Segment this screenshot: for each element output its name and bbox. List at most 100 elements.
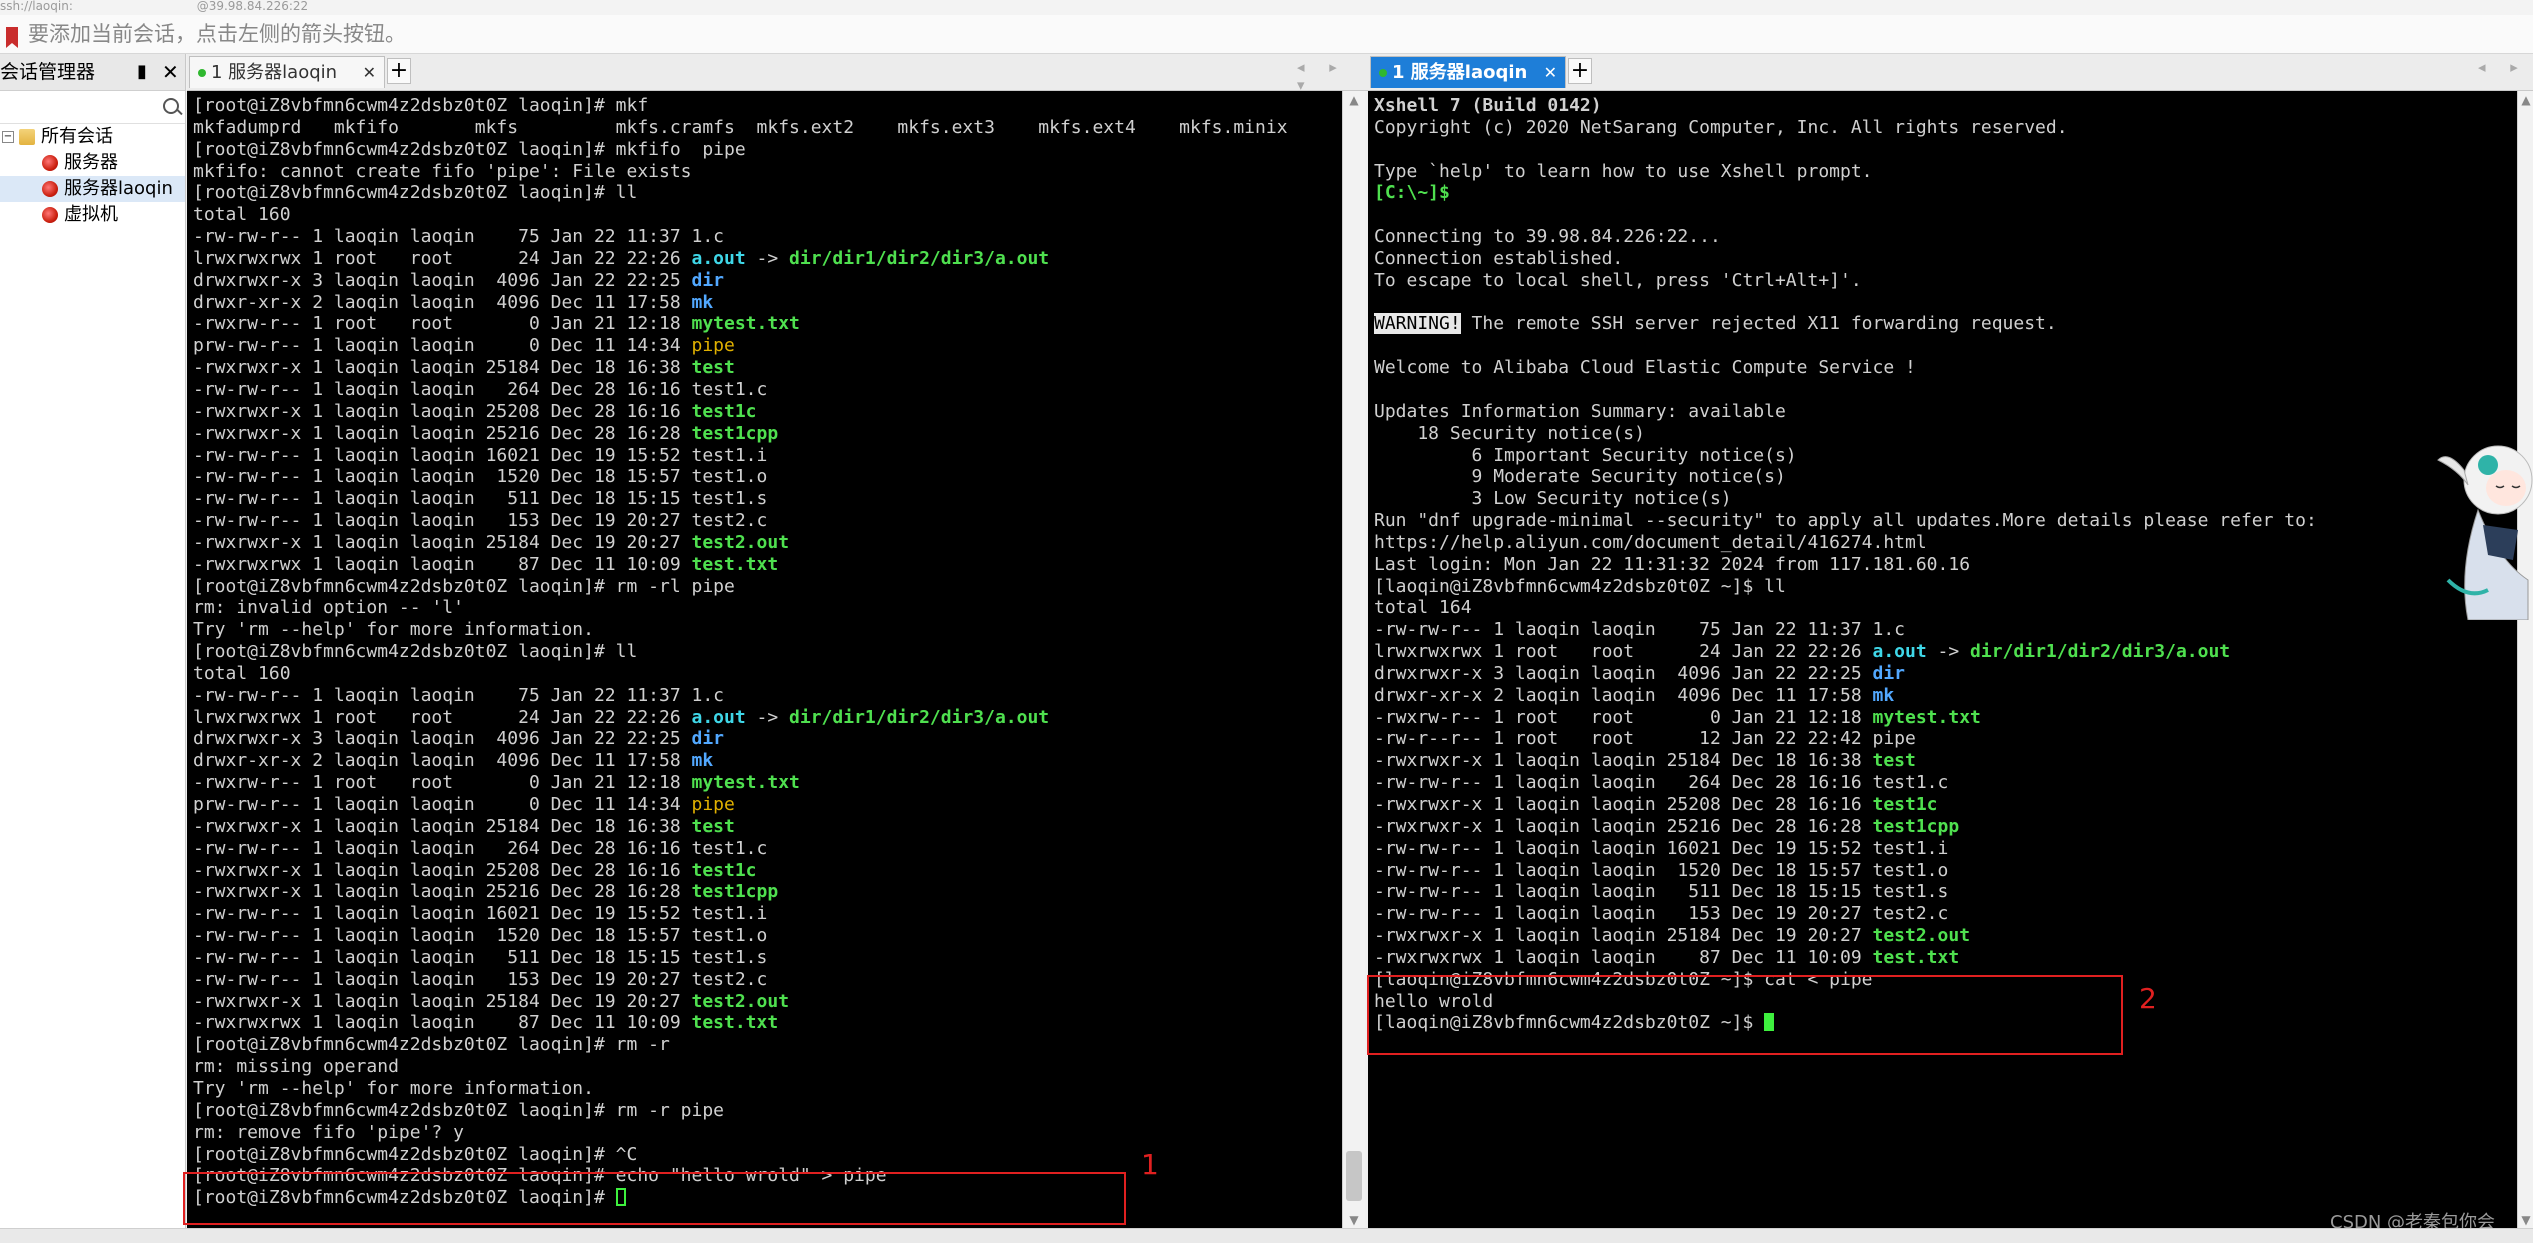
terminal-text: rm: invalid option -- 'l' — [193, 597, 464, 619]
session-search-bar[interactable] — [0, 91, 185, 124]
terminal-line: Connection established. — [1374, 248, 1623, 269]
terminal-line: Copyright (c) 2020 NetSarang Computer, I… — [1374, 117, 2068, 138]
terminal-text: -rwxrwxrwx 1 laoqin laoqin 87 Dec 11 10:… — [193, 553, 692, 575]
terminal-line: -rw-rw-r-- 1 laoqin laoqin 1520 Dec 18 1… — [193, 925, 767, 946]
terminal-text: mk — [1872, 684, 1895, 706]
tab-nav-arrows[interactable]: ◂ ▸ ▾ — [1297, 58, 1370, 94]
scroll-down-icon[interactable]: ▼ — [1343, 1213, 1365, 1227]
terminal-line: -rw-rw-r-- 1 laoqin laoqin 75 Jan 22 11:… — [193, 226, 724, 247]
connected-status-icon — [1379, 69, 1387, 77]
tree-item-vm[interactable]: 虚拟机 — [0, 202, 185, 228]
terminal-text: Run "dnf upgrade-minimal --security" to … — [1374, 510, 2317, 532]
terminal-line: lrwxrwxrwx 1 root root 24 Jan 22 22:26 a… — [1374, 641, 2230, 662]
annotation-label-1: 1 — [1141, 1148, 1159, 1181]
close-panel-icon[interactable]: ✕ — [162, 54, 179, 90]
left-terminal-scrollbar[interactable]: ▲ ▼ — [1342, 91, 1365, 1229]
close-tab-icon[interactable]: ✕ — [363, 57, 376, 89]
tree-item-label: 服务器laoqin — [64, 178, 173, 199]
tree-item-server[interactable]: 服务器 — [0, 150, 185, 176]
session-manager-header: 会话管理器 ▮ ✕ — [0, 54, 185, 91]
folder-icon — [19, 129, 35, 145]
pin-icon[interactable]: ▮ — [137, 54, 147, 90]
terminal-text: -rw-rw-r-- 1 laoqin laoqin 511 Dec 18 15… — [193, 946, 768, 968]
right-tab-bar: 1 服务器laoqin ✕ + ◂ ▸ — [1368, 54, 2533, 91]
terminal-line: -rwxrwxr-x 1 laoqin laoqin 25184 Dec 19 … — [193, 991, 789, 1012]
terminal-text: [root@iZ8vbfmn6cwm4z2dsbz0t0Z laoqin]# l… — [193, 182, 638, 204]
scroll-up-icon[interactable]: ▲ — [2518, 93, 2533, 107]
new-tab-button[interactable]: + — [387, 58, 411, 84]
terminal-line: Try 'rm --help' for more information. — [193, 1078, 594, 1099]
tree-root-all-sessions[interactable]: − 所有会话 — [0, 124, 185, 150]
tab-nav-arrows[interactable]: ◂ ▸ — [2478, 58, 2528, 76]
annotation-box-1 — [183, 1172, 1126, 1225]
terminal-text: -rw-rw-r-- 1 laoqin laoqin 75 Jan 22 11:… — [193, 226, 725, 248]
terminal-text: lrwxrwxrwx 1 root root 24 Jan 22 22:26 — [1374, 641, 1873, 663]
terminal-line: WARNING! The remote SSH server rejected … — [1374, 313, 2057, 335]
terminal-line: Try 'rm --help' for more information. — [193, 619, 594, 640]
terminal-text: To escape to local shell, press 'Ctrl+Al… — [1374, 269, 1862, 291]
status-bar — [0, 1228, 2533, 1243]
terminal-text: -> — [1926, 641, 1971, 663]
terminal-text: -rw-rw-r-- 1 laoqin laoqin 153 Dec 19 20… — [193, 510, 768, 532]
tree-item-server-laoqin[interactable]: 服务器laoqin — [0, 176, 185, 202]
tab-server-laoqin-right[interactable]: 1 服务器laoqin ✕ — [1370, 56, 1566, 88]
terminal-text: drwxrwxr-x 3 laoqin laoqin 4096 Jan 22 2… — [193, 269, 692, 291]
terminal-text: Try 'rm --help' for more information. — [193, 1077, 594, 1099]
scroll-thumb[interactable] — [1346, 1151, 1362, 1201]
terminal-text: -rwxrwxr-x 1 laoqin laoqin 25216 Dec 28 … — [1374, 815, 1873, 837]
tree-item-label: 虚拟机 — [64, 204, 118, 225]
right-terminal-scrollbar[interactable]: ▲ ▼ — [2517, 91, 2533, 1229]
terminal-text: rm: remove fifo 'pipe'? y — [193, 1121, 464, 1143]
terminal-text: test1cpp — [691, 422, 779, 444]
terminal-line: -rwxrwxr-x 1 laoqin laoqin 25184 Dec 19 … — [1374, 925, 1970, 946]
close-tab-icon[interactable]: ✕ — [1544, 57, 1557, 89]
new-tab-button[interactable]: + — [1568, 58, 1592, 84]
terminal-text: [root@iZ8vbfmn6cwm4z2dsbz0t0Z laoqin]# r… — [193, 1099, 725, 1121]
terminal-text: 9 Moderate Security notice(s) — [1374, 466, 1786, 488]
terminal-text: -rw-r--r-- 1 root root 12 Jan 22 22:42 p… — [1374, 728, 1916, 750]
terminal-text: https://help.aliyun.com/document_detail/… — [1374, 531, 1927, 553]
terminal-text: Welcome to Alibaba Cloud Elastic Compute… — [1374, 357, 1916, 379]
terminal-line: rm: remove fifo 'pipe'? y — [193, 1122, 464, 1143]
terminal-text: test1c — [1872, 794, 1938, 815]
terminal-text: -rw-rw-r-- 1 laoqin laoqin 153 Dec 19 20… — [193, 968, 768, 990]
annotation-box-2 — [1367, 975, 2123, 1055]
terminal-text: -rw-rw-r-- 1 laoqin laoqin 511 Dec 18 15… — [1374, 881, 1949, 903]
terminal-text: test2.out — [1872, 925, 1971, 947]
terminal-line: -rw-rw-r-- 1 laoqin laoqin 16021 Dec 19 … — [193, 903, 767, 924]
session-icon — [42, 207, 58, 223]
terminal-text: dir/dir1/dir2/dir3/a.out — [789, 706, 1050, 728]
terminal-text: -rw-rw-r-- 1 laoqin laoqin 16021 Dec 19 … — [193, 903, 768, 925]
scroll-up-icon[interactable]: ▲ — [1343, 93, 1365, 107]
terminal-line: [root@iZ8vbfmn6cwm4z2dsbz0t0Z laoqin]# r… — [193, 1100, 724, 1121]
window-title-left: ssh://laoqin: — [0, 0, 73, 13]
right-terminal[interactable]: Xshell 7 (Build 0142) Copyright (c) 2020… — [1368, 91, 2517, 1229]
tab-server-laoqin-left[interactable]: 1 服务器laoqin ✕ — [189, 56, 385, 88]
terminal-text: [laoqin@iZ8vbfmn6cwm4z2dsbz0t0Z ~]$ ll — [1374, 575, 1786, 597]
terminal-text: test1c — [691, 859, 757, 881]
terminal-text: [root@iZ8vbfmn6cwm4z2dsbz0t0Z laoqin]# r… — [193, 575, 735, 597]
terminal-text: test — [691, 357, 735, 379]
terminal-text: -rw-rw-r-- 1 laoqin laoqin 16021 Dec 19 … — [193, 444, 768, 466]
bookmark-icon[interactable] — [6, 27, 18, 48]
terminal-line: -rw-rw-r-- 1 laoqin laoqin 153 Dec 19 20… — [193, 969, 767, 990]
terminal-line: -rwxrwxr-x 1 laoqin laoqin 25216 Dec 28 … — [193, 423, 778, 444]
terminal-text: -rw-rw-r-- 1 laoqin laoqin 264 Dec 28 16… — [193, 378, 768, 400]
terminal-line: -rw-rw-r-- 1 laoqin laoqin 16021 Dec 19 … — [193, 445, 767, 466]
terminal-text: test2.out — [691, 531, 790, 553]
collapse-icon[interactable]: − — [2, 131, 14, 143]
scroll-down-icon[interactable]: ▼ — [2518, 1213, 2533, 1227]
terminal-line: -rwxrwxr-x 1 laoqin laoqin 25184 Dec 18 … — [1374, 750, 1916, 771]
terminal-line: drwxrwxr-x 3 laoqin laoqin 4096 Jan 22 2… — [1374, 663, 1905, 684]
terminal-line: prw-rw-r-- 1 laoqin laoqin 0 Dec 11 14:3… — [193, 794, 735, 815]
search-icon[interactable] — [163, 98, 179, 114]
terminal-text: 6 Important Security notice(s) — [1374, 444, 1797, 466]
left-terminal[interactable]: [root@iZ8vbfmn6cwm4z2dsbz0t0Z laoqin]# m… — [187, 91, 1342, 1229]
terminal-text: mkfifo: cannot create fifo 'pipe': File … — [193, 160, 692, 182]
terminal-line: -rwxrwxrwx 1 laoqin laoqin 87 Dec 11 10:… — [193, 554, 778, 575]
terminal-text: -rwxrw-r-- 1 root root 0 Jan 21 12:18 — [193, 313, 692, 335]
terminal-line: total 160 — [193, 663, 291, 684]
terminal-text: -rwxrwxr-x 1 laoqin laoqin 25208 Dec 28 … — [1374, 794, 1873, 815]
terminal-line: Type `help' to learn how to use Xshell p… — [1374, 161, 1873, 182]
terminal-line: -rwxrwxr-x 1 laoqin laoqin 25208 Dec 28 … — [193, 860, 757, 881]
